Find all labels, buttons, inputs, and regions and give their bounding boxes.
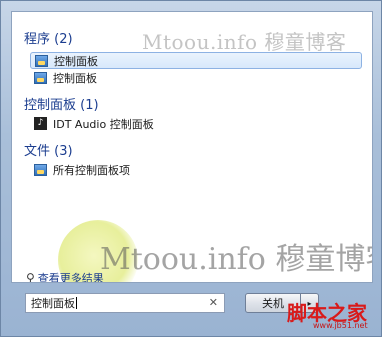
see-more-label: 查看更多结果 — [37, 272, 104, 283]
result-item-label: 控制面板 — [53, 71, 97, 85]
magnifier-icon: ⚲ — [26, 271, 35, 283]
result-item-control-panel-2[interactable]: 控制面板 — [30, 69, 362, 86]
group-header-files[interactable]: 文件 (3) — [24, 140, 73, 159]
text-caret — [76, 297, 77, 309]
result-item-label: 控制面板 — [54, 54, 98, 68]
group-header-programs[interactable]: 程序 (2) — [24, 28, 73, 47]
control-panel-icon — [34, 71, 47, 84]
control-panel-icon — [35, 54, 48, 67]
search-results-panel: Mtoou.info 穆童博客 程序 (2) 控制面板 控制面板 控制面板 (1… — [11, 11, 373, 283]
x-clear-icon[interactable]: ✕ — [209, 296, 218, 309]
see-more-results-link[interactable]: ⚲ 查看更多结果 — [26, 270, 104, 283]
result-item-all-control-panel-items[interactable]: 所有控制面板项 — [30, 161, 362, 178]
result-item-idt-audio[interactable]: ♪ IDT Audio 控制面板 — [30, 115, 362, 132]
search-input-value: 控制面板 — [31, 297, 75, 310]
group-header-control-panel[interactable]: 控制面板 (1) — [24, 94, 99, 113]
result-item-control-panel-1[interactable]: 控制面板 — [30, 52, 362, 69]
watermark-big: Mtoou.info 穆童博客 — [100, 242, 373, 277]
search-input[interactable]: 控制面板 ✕ — [25, 293, 225, 313]
audio-note-icon: ♪ — [34, 117, 47, 130]
control-panel-icon — [34, 163, 47, 176]
shutdown-label: 关机 — [262, 297, 284, 310]
result-item-label: IDT Audio 控制面板 — [53, 117, 154, 131]
site-url: www.jb51.net — [313, 321, 368, 330]
result-item-label: 所有控制面板项 — [53, 163, 130, 177]
watermark-top: Mtoou.info 穆童博客 — [142, 30, 347, 54]
start-menu: Mtoou.info 穆童博客 程序 (2) 控制面板 控制面板 控制面板 (1… — [0, 0, 382, 337]
